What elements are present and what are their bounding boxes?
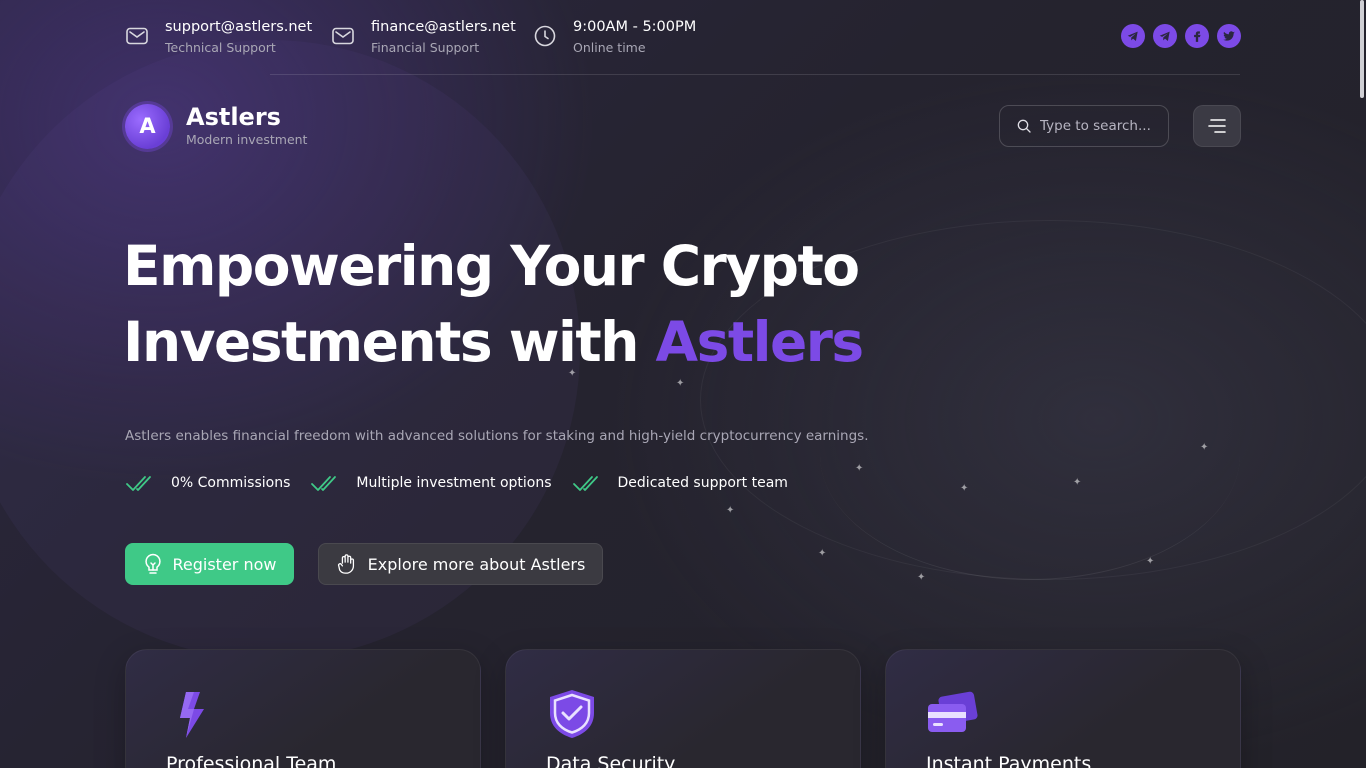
shield-check-icon — [550, 690, 594, 738]
mail-icon — [332, 27, 354, 45]
card-title: Data Security — [546, 753, 676, 768]
mail-icon — [126, 27, 148, 45]
logo-mark: A — [125, 103, 170, 149]
contact-email: finance@astlers.net — [371, 19, 516, 35]
hero-title-line2: Investments with — [123, 310, 656, 374]
brand-name: Astlers — [186, 103, 281, 131]
star-decoration: ✦ — [855, 463, 864, 474]
clock-icon — [534, 25, 556, 47]
contact-financial-support[interactable]: finance@astlers.net Financial Support — [331, 14, 516, 56]
online-label: Online time — [573, 40, 646, 55]
contact-label: Technical Support — [165, 40, 276, 55]
explore-button[interactable]: Explore more about Astlers — [318, 543, 603, 585]
contact-technical-support[interactable]: support@astlers.net Technical Support — [125, 14, 312, 56]
online-hours: 9:00AM - 5:00PM — [573, 19, 697, 35]
register-button-label: Register now — [172, 554, 277, 574]
search-input[interactable] — [1040, 118, 1160, 134]
feature-label: Multiple investment options — [356, 475, 552, 491]
hero-title-accent: Astlers — [655, 310, 865, 374]
double-check-icon — [126, 476, 151, 491]
credit-card-icon — [928, 691, 978, 732]
contact-email: support@astlers.net — [165, 19, 313, 35]
page: ✦ ✦ ✦ ✦ ✦ ✦ ✦ ✦ ✦ ✦ support@astlers.net … — [0, 0, 1366, 768]
double-check-icon — [572, 476, 598, 491]
star-decoration: ✦ — [917, 572, 926, 583]
divider — [270, 74, 1240, 75]
contact-online-time: 9:00AM - 5:00PM Online time — [533, 14, 696, 56]
facebook-icon[interactable] — [1185, 24, 1209, 48]
card-title: Professional Team — [166, 753, 337, 768]
feature-list: 0% Commissions Multiple investment optio… — [125, 472, 808, 494]
scrollbar[interactable] — [1360, 0, 1364, 98]
card-title: Instant Payments — [926, 753, 1092, 768]
feature-card[interactable]: Professional Team — [125, 649, 481, 768]
twitter-icon[interactable] — [1217, 24, 1241, 48]
search-icon — [1017, 119, 1031, 133]
star-decoration: ✦ — [726, 505, 735, 516]
feature-label: 0% Commissions — [171, 475, 291, 491]
lightbulb-icon — [144, 553, 161, 574]
hand-wave-icon — [337, 554, 354, 574]
hero-description: Astlers enables financial freedom with a… — [125, 428, 869, 444]
top-bar: support@astlers.net Technical Support fi… — [125, 14, 1241, 62]
lightning-icon — [180, 692, 204, 738]
feature-item: Multiple investment options — [310, 472, 552, 494]
menu-icon — [1208, 119, 1226, 133]
hero-title-line1: Empowering Your Crypto — [123, 234, 860, 298]
feature-card[interactable]: Instant Payments — [885, 649, 1241, 768]
feature-card[interactable]: Data Security — [505, 649, 861, 768]
star-decoration: ✦ — [960, 483, 969, 494]
hero-title: Empowering Your Crypto Investments with … — [123, 228, 923, 380]
telegram-icon[interactable] — [1121, 24, 1145, 48]
search-box[interactable] — [999, 105, 1169, 147]
feature-label: Dedicated support team — [617, 475, 788, 491]
double-check-icon — [311, 476, 337, 491]
register-button[interactable]: Register now — [125, 543, 294, 585]
star-decoration: ✦ — [1200, 442, 1209, 453]
star-decoration: ✦ — [818, 548, 827, 559]
star-decoration: ✦ — [1146, 556, 1155, 567]
brand-tagline: Modern investment — [186, 132, 308, 147]
explore-button-label: Explore more about Astlers — [367, 554, 586, 574]
social-links — [1121, 24, 1241, 48]
contact-label: Financial Support — [371, 40, 480, 55]
feature-item: Dedicated support team — [572, 472, 788, 494]
star-decoration: ✦ — [1073, 477, 1082, 488]
feature-item: 0% Commissions — [125, 472, 290, 494]
telegram-icon[interactable] — [1153, 24, 1177, 48]
menu-button[interactable] — [1193, 105, 1241, 147]
logo[interactable]: A Astlers Modern investment — [125, 103, 307, 149]
